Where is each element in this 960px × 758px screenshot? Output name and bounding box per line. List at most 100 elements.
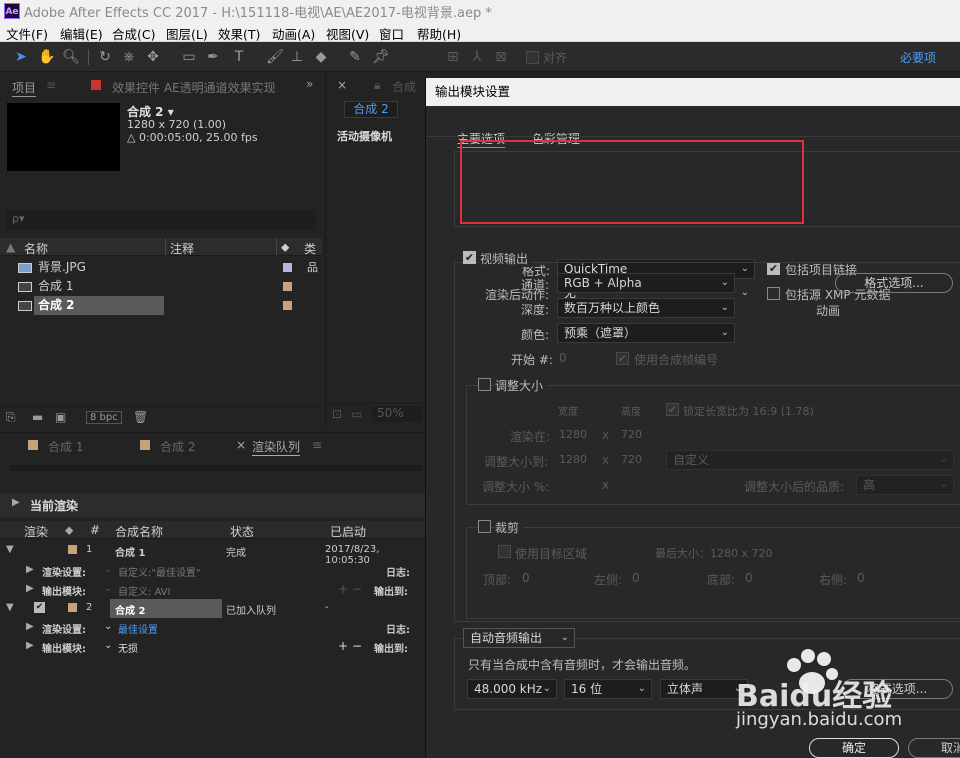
crop-right-value[interactable]: 0 bbox=[857, 571, 865, 585]
pan-behind-tool-icon[interactable]: ✥ bbox=[144, 48, 162, 66]
render-settings-row[interactable]: ▶ 渲染设置: ⌄ 最佳设置 日志: bbox=[0, 618, 425, 637]
col-started: 已启动 bbox=[330, 525, 367, 539]
tab-render-queue[interactable]: 渲染队列 bbox=[252, 438, 301, 456]
bit-depth-button[interactable]: 8 bpc bbox=[86, 411, 122, 424]
puppet-tool-icon[interactable]: 📌︎ bbox=[372, 48, 390, 66]
brush-tool-icon[interactable]: 🖌︎ bbox=[266, 48, 284, 66]
collapse-arrow-icon: ▼ bbox=[6, 602, 14, 613]
collapse-arrow-icon: ▼ bbox=[6, 544, 14, 555]
project-panel: 项目 ≡ 效果控件 AE透明通道效果实现 » 合成 2 ▾ 1280 x 720… bbox=[0, 73, 322, 428]
depth-select[interactable]: 数百万种以上颜色 ⌄ bbox=[557, 298, 735, 318]
project-item[interactable]: 合成 1 bbox=[4, 277, 304, 296]
col-render: 渲染 bbox=[24, 525, 49, 539]
project-item-name: 合成 2 bbox=[38, 298, 75, 312]
window-titlebar: Ae Adobe After Effects CC 2017 - H:\1511… bbox=[0, 0, 960, 22]
selection-tool-icon[interactable]: ➤ bbox=[12, 48, 30, 66]
lock-aspect-checkbox[interactable]: ✔ bbox=[666, 403, 679, 416]
render-at-label: 渲染在: bbox=[510, 430, 551, 444]
ok-button[interactable]: 确定 bbox=[809, 738, 899, 758]
crop-checkbox[interactable] bbox=[478, 520, 491, 533]
menu-edit[interactable]: 编辑(E) bbox=[60, 24, 103, 43]
project-item[interactable]: 背景.JPG 品 bbox=[4, 258, 318, 277]
panel-overflow-icon[interactable]: » bbox=[306, 77, 313, 91]
project-item-selected[interactable]: 合成 2 bbox=[4, 296, 304, 315]
use-roi-checkbox[interactable] bbox=[498, 545, 511, 558]
workspace-essentials[interactable]: 必要项 bbox=[900, 49, 936, 66]
eraser-tool-icon[interactable]: ◆ bbox=[312, 48, 330, 66]
output-module-row[interactable]: ▶ 输出模块: ⌄ 无损 + − 输出到: bbox=[0, 637, 425, 656]
project-search-input[interactable]: ρ▾ bbox=[6, 210, 316, 230]
camera-tool-icon[interactable]: ⎈ bbox=[120, 48, 138, 66]
zoom-select[interactable]: 50% bbox=[372, 406, 422, 422]
queue-item[interactable]: ▼ ✔ 2 合成 2 已加入队列 - bbox=[0, 599, 425, 618]
world-axis-icon[interactable]: ⅄ bbox=[468, 48, 486, 66]
render-checkbox[interactable]: ✔ bbox=[34, 602, 45, 613]
text-tool-icon[interactable]: T bbox=[230, 48, 248, 66]
menu-help[interactable]: 帮助(H) bbox=[417, 24, 461, 43]
zoom-tool-icon[interactable]: 🔍︎ bbox=[62, 48, 80, 66]
use-comp-frame-checkbox[interactable]: ✔ bbox=[616, 352, 629, 365]
render-at-height: 720 bbox=[621, 428, 642, 441]
composition-icon bbox=[18, 301, 32, 311]
snap-checkbox[interactable] bbox=[526, 51, 539, 64]
audio-bit-depth-select[interactable]: 16 位 ⌄ bbox=[564, 679, 652, 699]
start-frame-value[interactable]: 0 bbox=[559, 351, 567, 365]
col-type[interactable]: 类 bbox=[304, 240, 316, 257]
col-comment[interactable]: 注释 bbox=[170, 240, 194, 257]
resize-preset-select[interactable]: 自定义 ⌄ bbox=[666, 450, 954, 470]
color-label: 颜色: bbox=[521, 328, 550, 342]
resize-checkbox[interactable] bbox=[478, 378, 491, 391]
menu-file[interactable]: 文件(F) bbox=[6, 24, 48, 43]
new-composition-icon: ▣ bbox=[55, 410, 67, 424]
clone-stamp-tool-icon[interactable]: ⊥ bbox=[288, 48, 306, 66]
col-comp-name: 合成名称 bbox=[115, 525, 164, 539]
new-folder-icon: ▬ bbox=[32, 410, 44, 424]
queue-item[interactable]: ▼ 1 合成 1 完成 2017/8/23, 10:05:30 bbox=[0, 541, 425, 566]
menu-composition[interactable]: 合成(C) bbox=[112, 24, 155, 43]
resize-label: 调整大小 bbox=[495, 377, 548, 394]
crop-bottom-value[interactable]: 0 bbox=[745, 571, 753, 585]
tab-effect-controls[interactable]: 效果控件 AE透明通道效果实现 bbox=[112, 79, 276, 96]
video-output-checkbox[interactable]: ✔ bbox=[463, 251, 476, 264]
tab-project[interactable]: 项目 bbox=[12, 79, 37, 97]
menu-layer[interactable]: 图层(L) bbox=[166, 24, 208, 43]
resize-to-width[interactable]: 1280 bbox=[559, 453, 587, 466]
project-item-name: 合成 1 bbox=[38, 279, 74, 293]
color-select[interactable]: 预乘（遮罩） ⌄ bbox=[557, 323, 735, 343]
pen-tool-icon[interactable]: ✒ bbox=[204, 48, 222, 66]
progress-bar bbox=[10, 465, 422, 471]
output-module-row[interactable]: ▶ 输出模块: ⌄ 自定义: AVI + − 输出到: bbox=[0, 580, 425, 599]
resize-quality-select[interactable]: 高 ⌄ bbox=[856, 475, 954, 495]
view-axis-icon[interactable]: ⊠ bbox=[492, 48, 510, 66]
shape-tool-icon[interactable]: ▭ bbox=[180, 48, 198, 66]
viewer-comp-tab[interactable]: 合成 2 bbox=[344, 101, 398, 118]
crop-left-value[interactable]: 0 bbox=[632, 571, 640, 585]
resize-to-height[interactable]: 720 bbox=[621, 453, 642, 466]
tab-comp-2[interactable]: 合成 2 bbox=[160, 438, 195, 455]
menu-animation[interactable]: 动画(A) bbox=[272, 24, 315, 43]
hand-tool-icon[interactable]: ✋ bbox=[38, 48, 56, 66]
roto-brush-tool-icon[interactable]: ✎ bbox=[346, 48, 364, 66]
menu-view[interactable]: 视图(V) bbox=[326, 24, 369, 43]
render-settings-row[interactable]: ▶ 渲染设置: ⌄ 自定义:"最佳设置" 日志: bbox=[0, 561, 425, 580]
audio-channels-select[interactable]: 立体声 ⌄ bbox=[660, 679, 748, 699]
label-tag-icon: ⬥ bbox=[281, 240, 290, 254]
panel-menu-icon[interactable]: ≡ bbox=[46, 78, 56, 92]
rotate-tool-icon[interactable]: ↻ bbox=[96, 48, 114, 66]
col-name[interactable]: 名称 bbox=[24, 240, 48, 257]
crop-top-value[interactable]: 0 bbox=[522, 571, 530, 585]
chevron-down-icon: ⌄ bbox=[542, 683, 551, 694]
menu-effect[interactable]: 效果(T) bbox=[218, 24, 260, 43]
close-icon[interactable]: × bbox=[337, 78, 347, 92]
effects-color-swatch bbox=[91, 80, 101, 90]
local-axis-icon[interactable]: ⊞ bbox=[444, 48, 462, 66]
tab-comp-1[interactable]: 合成 1 bbox=[48, 438, 83, 455]
viewer-footer: ⊡ ▭ 50% bbox=[326, 403, 426, 425]
sample-rate-select[interactable]: 48.000 kHz ⌄ bbox=[467, 679, 557, 699]
menu-window[interactable]: 窗口 bbox=[379, 24, 404, 43]
cancel-button[interactable]: 取消 bbox=[908, 738, 960, 758]
channels-select[interactable]: RGB + Alpha ⌄ bbox=[557, 273, 735, 293]
width-header: 宽度 bbox=[558, 407, 578, 418]
audio-output-select[interactable]: 自动音频输出 ⌄ bbox=[463, 628, 575, 648]
format-options-button[interactable]: 格式选项... bbox=[835, 273, 953, 293]
